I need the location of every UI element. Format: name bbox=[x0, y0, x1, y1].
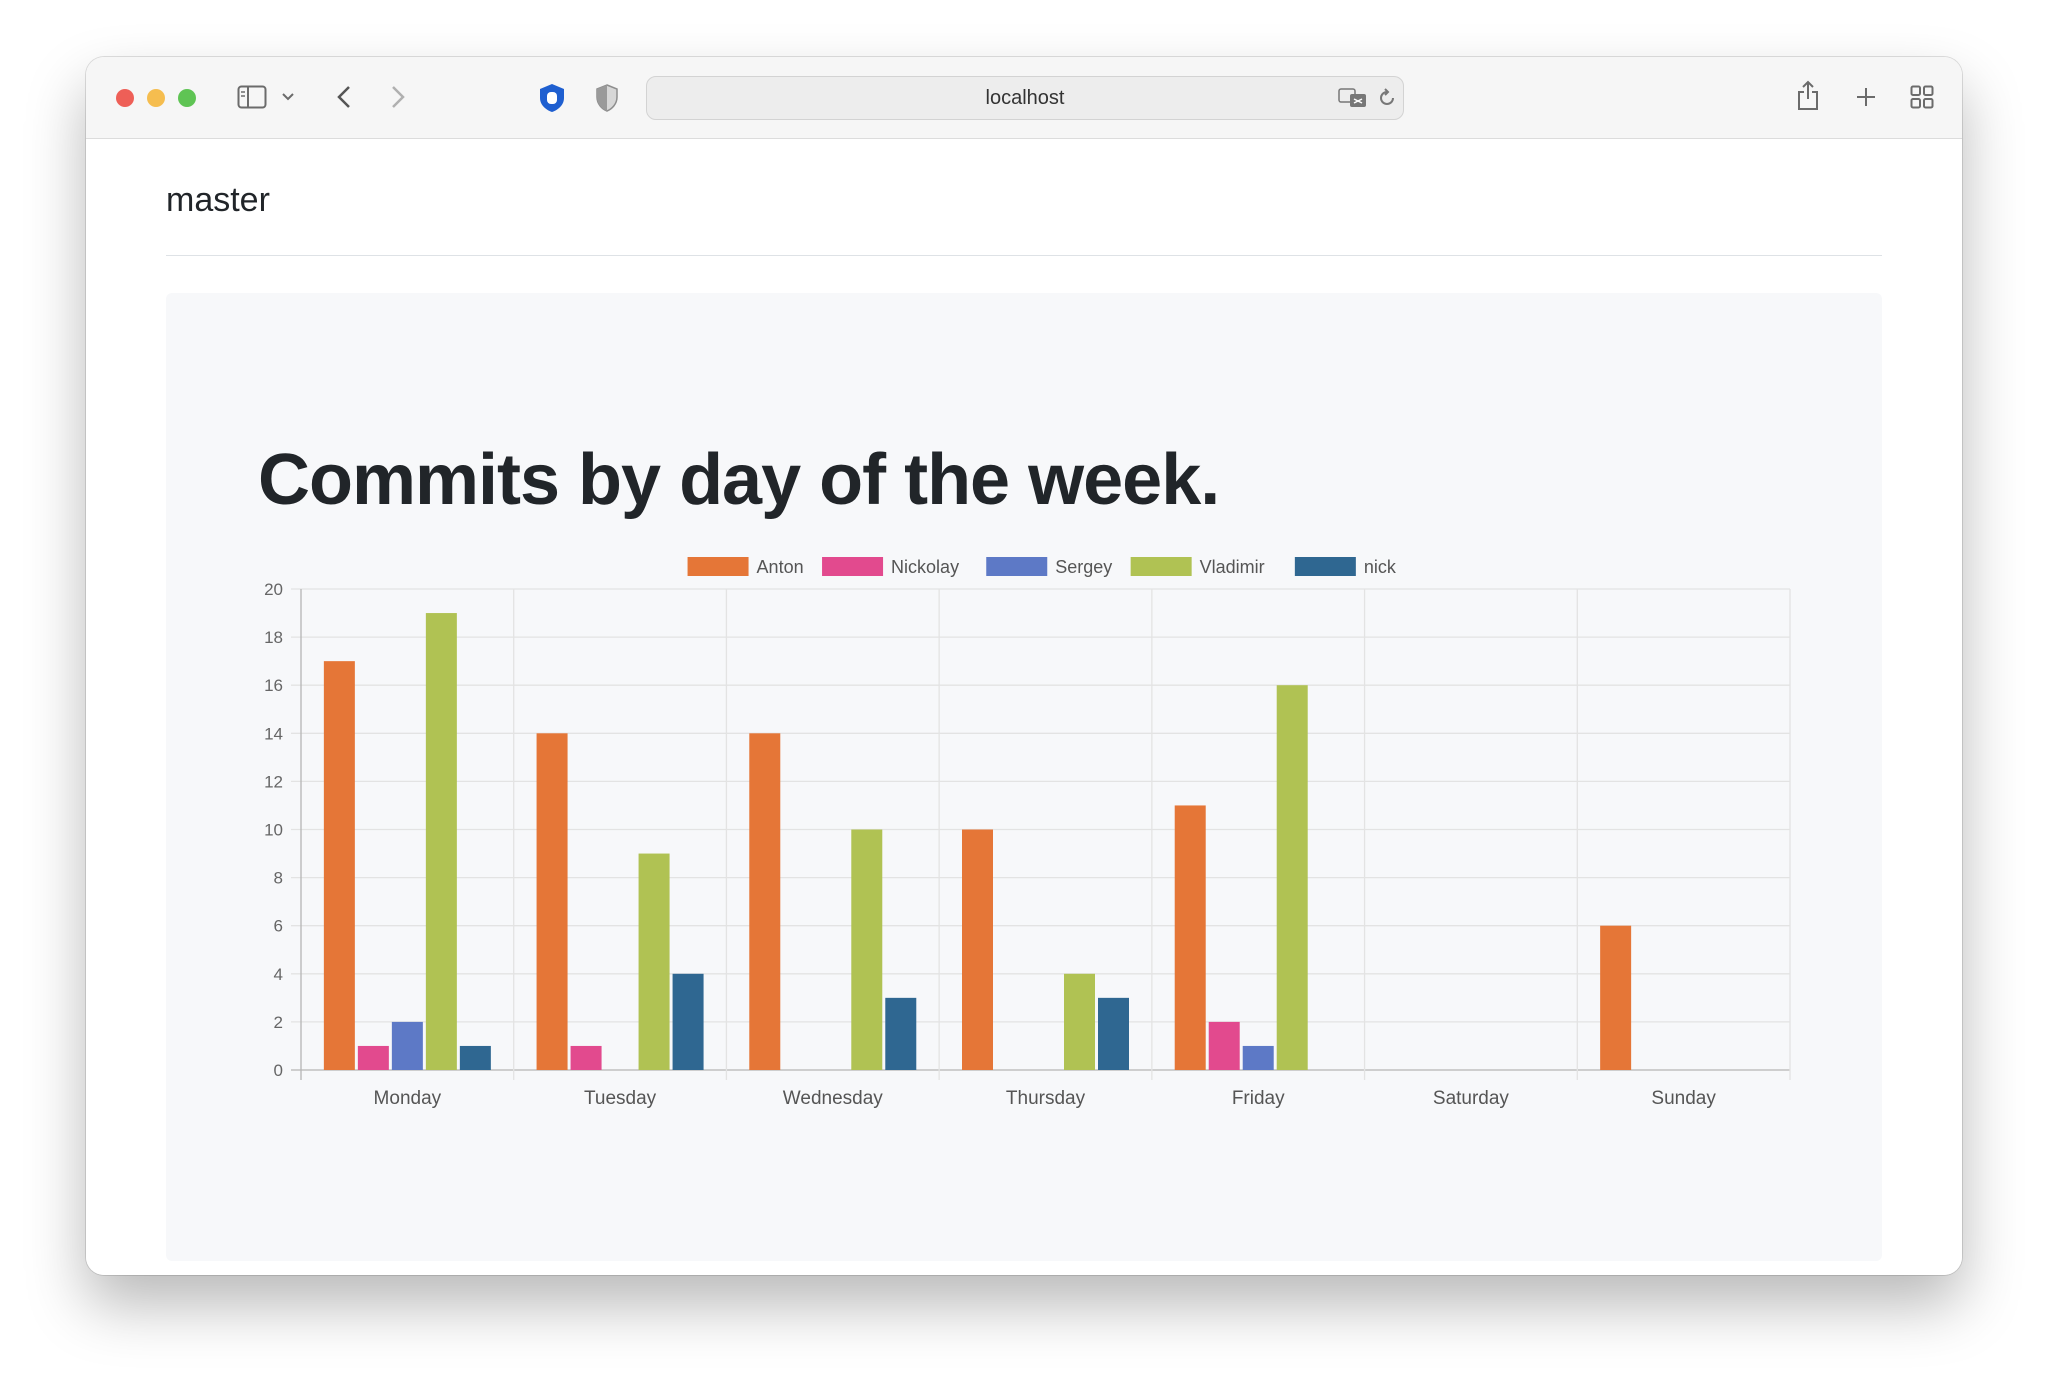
address-bar[interactable]: localhost bbox=[646, 76, 1404, 120]
bar bbox=[425, 613, 457, 1070]
x-tick-label: Thursday bbox=[1006, 1088, 1086, 1109]
bar bbox=[1276, 685, 1308, 1070]
zoom-window-button[interactable] bbox=[178, 89, 196, 107]
chart-legend[interactable]: Anton Nickolay Sergey Vladimir nick bbox=[687, 557, 1397, 577]
x-tick-label: Tuesday bbox=[584, 1088, 657, 1109]
bar bbox=[1174, 805, 1206, 1070]
y-tick-label: 20 bbox=[264, 580, 283, 599]
bar bbox=[962, 829, 993, 1070]
browser-window: localhost master Commits by day of the w… bbox=[86, 57, 1962, 1275]
header-divider bbox=[166, 255, 1882, 256]
x-tick-label: Sunday bbox=[1651, 1088, 1716, 1109]
bar-chart: 0 2 4 6 8 10 12 14 16 18 20 Monday Tuesday Wednesday T… bbox=[264, 557, 1791, 1109]
chevron-down-icon[interactable] bbox=[280, 87, 296, 107]
legend-swatch[interactable] bbox=[1294, 557, 1356, 576]
translate-icon[interactable] bbox=[1337, 85, 1369, 111]
branch-name: master bbox=[166, 181, 270, 219]
x-tick-label: Saturday bbox=[1433, 1088, 1510, 1109]
legend-swatch[interactable] bbox=[822, 557, 884, 576]
y-tick-label: 8 bbox=[274, 869, 283, 888]
legend-label[interactable]: Anton bbox=[757, 557, 804, 577]
legend-swatch[interactable] bbox=[1130, 557, 1192, 576]
bar bbox=[570, 1045, 602, 1070]
bar bbox=[357, 1045, 389, 1070]
legend-label[interactable]: nick bbox=[1364, 557, 1397, 577]
legend-label[interactable]: Nickolay bbox=[891, 557, 959, 577]
reload-icon[interactable] bbox=[1375, 86, 1399, 110]
minimize-window-button[interactable] bbox=[147, 89, 165, 107]
legend-label[interactable]: Sergey bbox=[1055, 557, 1112, 577]
x-tick-label: Monday bbox=[374, 1088, 442, 1109]
bar bbox=[1098, 997, 1129, 1070]
chart-panel: Commits by day of the week. 0 2 4 6 8 10 12 14 1… bbox=[166, 293, 1882, 1261]
bar bbox=[536, 733, 568, 1070]
bar bbox=[749, 733, 781, 1070]
y-tick-label: 16 bbox=[264, 676, 283, 695]
y-tick-label: 0 bbox=[274, 1061, 283, 1080]
back-arrow-icon[interactable] bbox=[332, 81, 356, 113]
bar bbox=[851, 829, 883, 1070]
legend-label[interactable]: Vladimir bbox=[1200, 557, 1265, 577]
y-tick-label: 12 bbox=[264, 772, 283, 791]
legend-swatch[interactable] bbox=[687, 557, 749, 576]
x-tick-label: Wednesday bbox=[783, 1088, 883, 1109]
browser-toolbar: localhost bbox=[86, 57, 1962, 139]
bar bbox=[885, 997, 917, 1070]
close-window-button[interactable] bbox=[116, 89, 134, 107]
page-content: master Commits by day of the week. 02468… bbox=[86, 139, 1962, 1275]
url-text: localhost bbox=[985, 87, 1065, 109]
hand-stop-icon[interactable] bbox=[536, 81, 568, 115]
y-tick-label: 18 bbox=[264, 628, 283, 647]
bar bbox=[1064, 973, 1095, 1070]
shield-icon[interactable] bbox=[592, 81, 622, 115]
bar bbox=[391, 1021, 423, 1070]
bar bbox=[1600, 925, 1632, 1070]
x-tick-label: Friday bbox=[1232, 1088, 1285, 1109]
chart-grid bbox=[291, 588, 1791, 1080]
share-icon[interactable] bbox=[1794, 77, 1822, 113]
y-tick-label: 4 bbox=[274, 965, 283, 984]
y-tick-label: 6 bbox=[274, 917, 283, 936]
bar bbox=[459, 1045, 491, 1070]
bar bbox=[672, 973, 704, 1070]
y-tick-label: 2 bbox=[274, 1013, 283, 1032]
bar bbox=[1208, 1021, 1240, 1070]
forward-arrow-icon[interactable] bbox=[386, 81, 410, 113]
sidebar-icon[interactable] bbox=[236, 83, 268, 111]
bar bbox=[1242, 1045, 1274, 1070]
new-tab-icon[interactable] bbox=[1852, 83, 1880, 111]
legend-swatch[interactable] bbox=[986, 557, 1048, 576]
bar bbox=[638, 853, 670, 1070]
y-tick-label: 10 bbox=[264, 821, 283, 840]
y-tick-label: 14 bbox=[264, 724, 283, 743]
chart-bars bbox=[323, 613, 1632, 1070]
tab-overview-icon[interactable] bbox=[1908, 83, 1936, 111]
bar bbox=[323, 661, 355, 1070]
